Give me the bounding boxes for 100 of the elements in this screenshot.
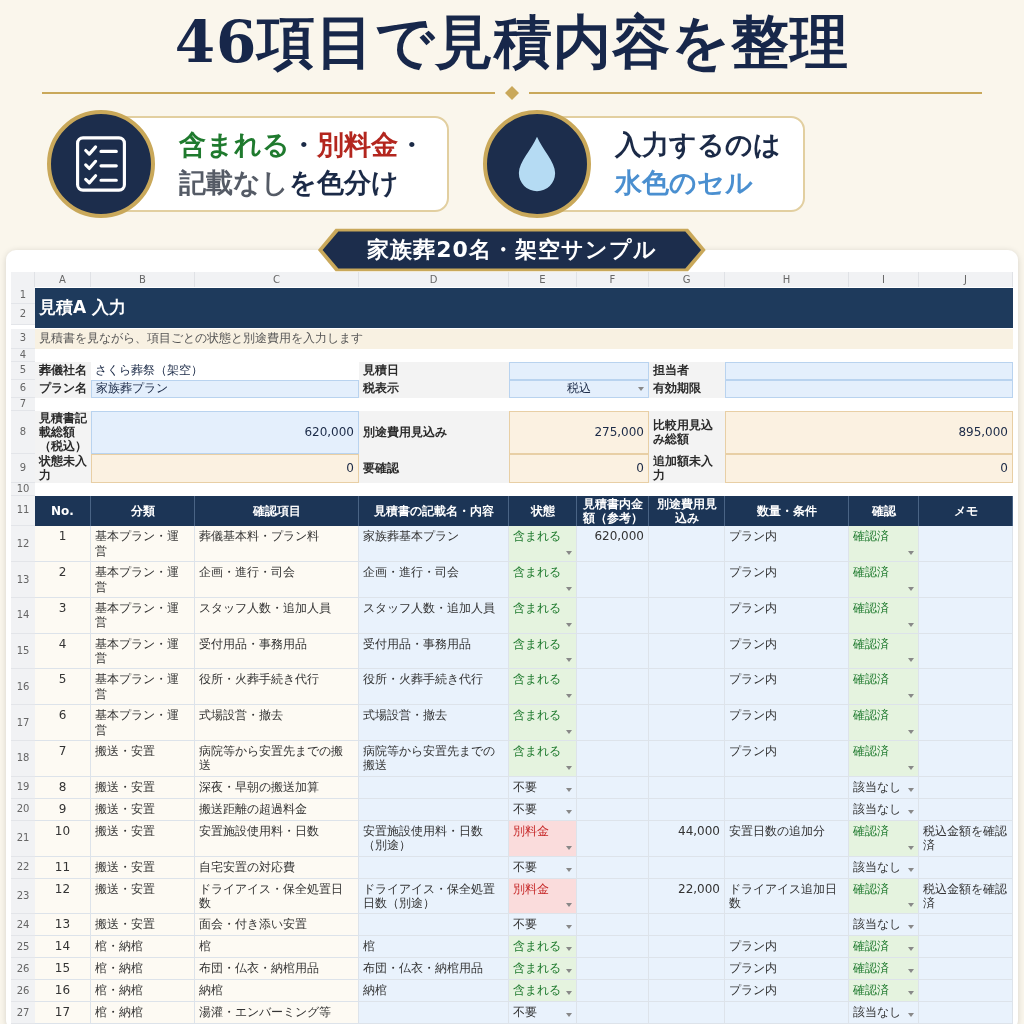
status-dropdown[interactable]: 含まれる [509,741,577,777]
table-cell: 搬送・安置 [91,914,195,937]
column-header: 別途費用見込み [649,495,725,527]
check-dropdown[interactable]: 確認済 [849,597,919,634]
input-field[interactable]: 0 [509,453,649,483]
caret-icon [566,809,572,814]
table-cell: 基本プラン・運営 [91,633,195,670]
check-dropdown[interactable]: 確認済 [849,980,919,1003]
check-dropdown[interactable]: 確認済 [849,741,919,777]
table-cell [577,820,649,857]
field-label: 要確認 [359,453,509,483]
check-dropdown[interactable]: 該当なし [849,1002,919,1024]
field-label: 葬儀社名 [35,361,91,380]
table-cell: 安置施設使用料・日数 [195,820,359,857]
select-all-corner[interactable] [11,271,35,287]
table-cell: 企画・進行・司会 [359,562,509,598]
status-dropdown[interactable]: 別料金 [509,878,577,915]
table-cell: 22,000 [649,878,725,915]
input-field[interactable]: 895,000 [725,410,1013,454]
table-cell: 棺・納棺 [91,958,195,981]
input-field[interactable] [725,361,1013,380]
input-field[interactable]: 620,000 [91,410,359,454]
caret-icon [908,551,914,556]
caret-icon [908,969,914,974]
status-dropdown[interactable]: 含まれる [509,705,577,741]
row-number: 26 [11,958,35,981]
status-dropdown[interactable]: 不要 [509,1002,577,1024]
status-dropdown[interactable]: 含まれる [509,526,577,563]
status-dropdown[interactable]: 含まれる [509,936,577,959]
caret-icon [908,991,914,996]
caret-icon [566,551,572,556]
caret-icon [908,867,914,872]
table-cell: 棺・納棺 [91,980,195,1003]
table-cell [577,958,649,981]
caret-icon [566,925,572,930]
column-header: 見積書内金額（参考） [577,495,649,527]
column-letter: J [919,271,1013,287]
table-cell: 布団・仏衣・納棺用品 [359,958,509,981]
table-cell: 2 [35,562,91,598]
check-dropdown[interactable]: 確認済 [849,669,919,706]
row-number: 22 [11,856,35,879]
row-number: 12 [11,526,35,563]
status-dropdown[interactable]: 含まれる [509,562,577,598]
check-dropdown[interactable]: 確認済 [849,820,919,857]
table-cell: 安置施設使用料・日数（別途） [359,820,509,857]
table-cell [577,856,649,879]
status-dropdown[interactable]: 不要 [509,776,577,799]
table-cell [577,914,649,937]
status-dropdown[interactable]: 不要 [509,856,577,879]
status-dropdown[interactable]: 含まれる [509,669,577,706]
table-cell: 4 [35,633,91,670]
table-cell: 基本プラン・運営 [91,669,195,706]
status-dropdown[interactable]: 含まれる [509,597,577,634]
status-dropdown[interactable]: 別料金 [509,820,577,857]
table-cell: 9 [35,798,91,821]
feature-text: 含まれる・別料金・ 記載なし を色分け [179,127,425,200]
table-cell: 10 [35,820,91,857]
table-cell: 3 [35,597,91,634]
table-cell: 病院等から安置先までの搬送 [359,741,509,777]
status-dropdown[interactable]: 含まれる [509,958,577,981]
caret-icon [566,586,572,591]
check-dropdown[interactable]: 確認済 [849,633,919,670]
check-dropdown[interactable]: 該当なし [849,776,919,799]
input-field[interactable]: 0 [725,453,1013,483]
status-dropdown[interactable]: 不要 [509,798,577,821]
column-letter: A [35,271,91,287]
caret-icon [908,694,914,699]
column-letter: I [849,271,919,287]
table-cell [577,776,649,799]
caret-icon [908,903,914,908]
row-number: 2 [11,303,35,325]
table-cell: 棺 [359,936,509,959]
check-dropdown[interactable]: 該当なし [849,798,919,821]
input-field[interactable] [509,361,649,380]
check-dropdown[interactable]: 確認済 [849,526,919,563]
column-letter: G [649,271,725,287]
table-cell: 14 [35,936,91,959]
row-number: 23 [11,878,35,915]
check-dropdown[interactable]: 該当なし [849,856,919,879]
check-dropdown[interactable]: 該当なし [849,914,919,937]
column-letter: F [577,271,649,287]
check-dropdown[interactable]: 確認済 [849,562,919,598]
table-cell: 620,000 [577,526,649,563]
table-cell: 搬送・安置 [91,878,195,915]
row-number: 25 [11,936,35,959]
table-cell: 棺・納棺 [91,1002,195,1024]
table-cell: 受付用品・事務用品 [195,633,359,670]
check-dropdown[interactable]: 確認済 [849,705,919,741]
input-field[interactable]: 275,000 [509,410,649,454]
feature-text: 入力するのは 水色のセル [615,127,781,200]
check-dropdown[interactable]: 確認済 [849,936,919,959]
table-cell [577,936,649,959]
column-header: 分類 [91,495,195,527]
table-cell: スタッフ人数・追加人員 [359,597,509,634]
status-dropdown[interactable]: 含まれる [509,980,577,1003]
status-dropdown[interactable]: 不要 [509,914,577,937]
input-field[interactable]: 0 [91,453,359,483]
check-dropdown[interactable]: 確認済 [849,958,919,981]
check-dropdown[interactable]: 確認済 [849,878,919,915]
status-dropdown[interactable]: 含まれる [509,633,577,670]
